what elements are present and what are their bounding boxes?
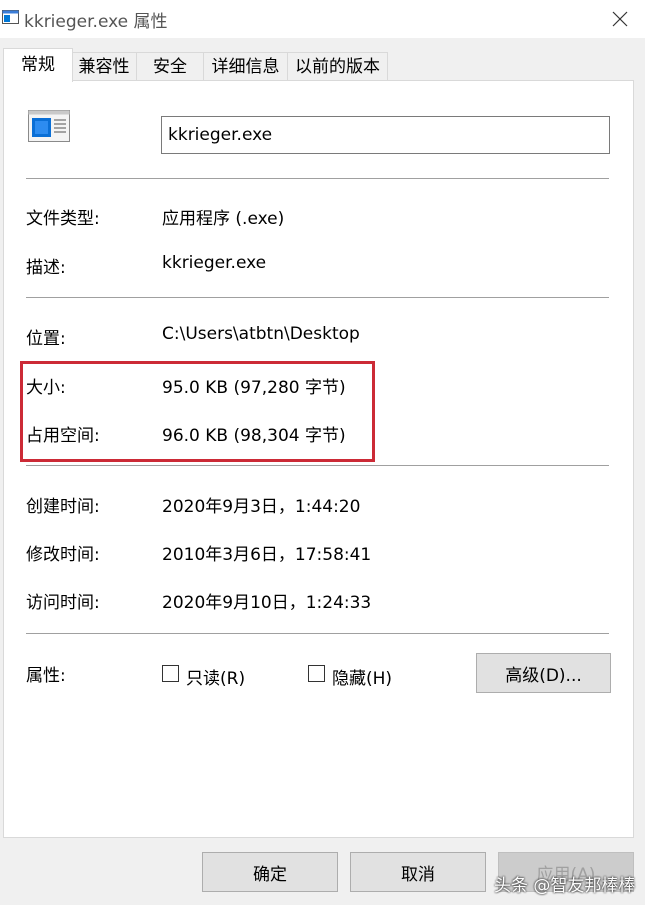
separator bbox=[26, 297, 609, 298]
hidden-label[interactable]: 隐藏(H) bbox=[332, 664, 392, 689]
application-file-icon bbox=[28, 110, 70, 142]
readonly-checkbox[interactable] bbox=[162, 665, 179, 682]
separator bbox=[26, 178, 609, 179]
separator bbox=[26, 465, 609, 466]
close-button[interactable] bbox=[598, 0, 644, 38]
file-type-label: 文件类型: bbox=[26, 209, 100, 229]
title-bar: kkrieger.exe 属性 bbox=[0, 0, 645, 38]
readonly-label[interactable]: 只读(R) bbox=[186, 664, 245, 689]
accessed-value: 2020年9月10日，1:24:33 bbox=[162, 593, 372, 613]
accessed-label: 访问时间: bbox=[26, 593, 100, 613]
created-label: 创建时间: bbox=[26, 497, 100, 517]
tab-security[interactable]: 安全 bbox=[136, 52, 204, 81]
tab-details[interactable]: 详细信息 bbox=[203, 52, 288, 81]
advanced-button[interactable]: 高级(D)... bbox=[476, 653, 611, 693]
window-title: kkrieger.exe 属性 bbox=[24, 12, 168, 32]
description-value: kkrieger.exe bbox=[162, 253, 267, 273]
tab-general[interactable]: 常规 bbox=[3, 48, 73, 82]
tab-previous-versions[interactable]: 以前的版本 bbox=[287, 52, 388, 81]
attributes-label: 属性: bbox=[26, 666, 66, 686]
cancel-button[interactable]: 取消 bbox=[350, 852, 486, 892]
close-icon bbox=[612, 11, 628, 27]
tab-compatibility[interactable]: 兼容性 bbox=[71, 52, 137, 81]
created-value: 2020年9月3日，1:44:20 bbox=[162, 497, 361, 517]
description-label: 描述: bbox=[26, 258, 66, 278]
ok-button[interactable]: 确定 bbox=[202, 852, 338, 892]
watermark-text: 头条 @智友邦棒棒 bbox=[494, 876, 636, 896]
app-window-icon bbox=[2, 10, 19, 24]
separator bbox=[26, 633, 609, 634]
hidden-checkbox[interactable] bbox=[308, 665, 325, 682]
file-name-input[interactable] bbox=[161, 116, 610, 154]
file-type-value: 应用程序 (.exe) bbox=[162, 209, 285, 229]
modified-label: 修改时间: bbox=[26, 545, 100, 565]
modified-value: 2010年3月6日，17:58:41 bbox=[162, 545, 372, 565]
location-label: 位置: bbox=[26, 329, 66, 349]
location-value: C:\Users\atbtn\Desktop bbox=[162, 324, 360, 344]
red-highlight-box bbox=[20, 361, 375, 462]
